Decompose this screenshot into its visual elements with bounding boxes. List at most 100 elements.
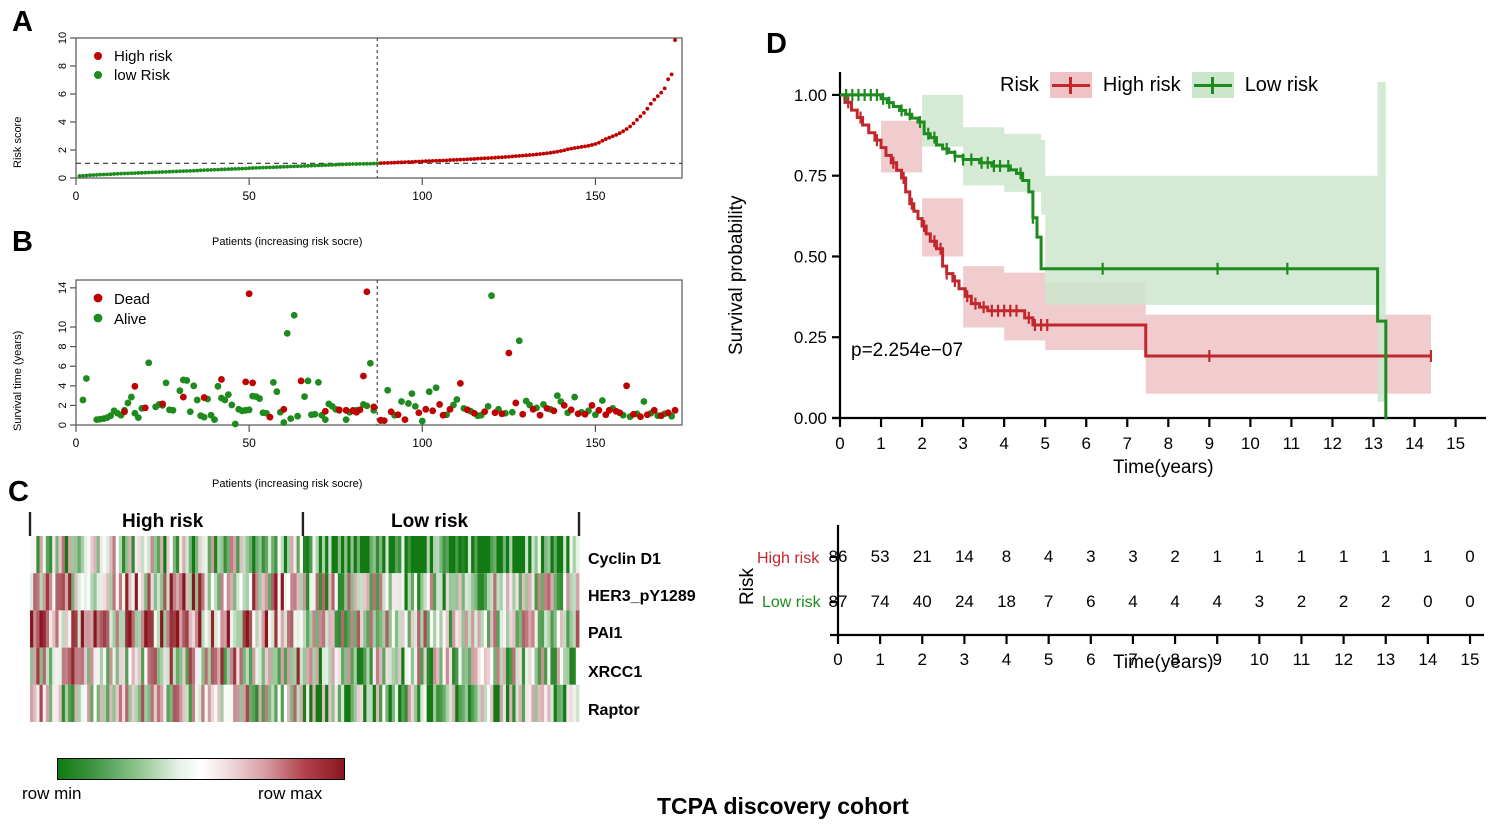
svg-text:2: 2	[1170, 547, 1179, 566]
panel-a-ylabel: Risk score	[12, 116, 24, 168]
svg-text:2: 2	[57, 402, 69, 408]
svg-text:11: 11	[1283, 434, 1301, 453]
svg-text:7: 7	[1123, 434, 1132, 453]
figure-caption: TCPA discovery cohort	[657, 793, 909, 819]
risk-table: 86 53 21 14 8 4 3 3 2 1 1 1 1 1 1 0 87 74 40 24 18 7 6 4 4 4 3 2 2 2 0…	[760, 517, 1487, 672]
km-legend-label-low-risk: Low risk	[1244, 73, 1319, 96]
svg-text:0.00: 0.00	[794, 409, 827, 428]
svg-text:6: 6	[57, 91, 69, 97]
panel-b-plot: 0 2 4 6 8 10 14 0 50 100 150 Dead Alive	[40, 270, 690, 460]
svg-text:4: 4	[1044, 547, 1053, 566]
svg-text:Dead: Dead	[114, 291, 150, 308]
svg-text:0: 0	[835, 434, 844, 453]
svg-text:50: 50	[242, 436, 256, 450]
svg-text:4: 4	[1170, 592, 1179, 611]
svg-text:0: 0	[833, 650, 842, 669]
svg-text:8: 8	[57, 63, 69, 69]
svg-text:6: 6	[57, 363, 69, 369]
svg-text:86: 86	[829, 547, 848, 566]
km-plot: 0.00 0.25 0.50 0.75 1.00 0 1 2 3 4 5 6 7 8 9 10 11 12 13 14…	[762, 60, 1487, 460]
svg-text:10: 10	[57, 32, 69, 44]
svg-text:0.50: 0.50	[794, 247, 827, 266]
svg-text:2: 2	[1297, 592, 1306, 611]
svg-text:4: 4	[57, 383, 69, 389]
svg-text:13: 13	[1364, 434, 1383, 453]
svg-text:100: 100	[412, 189, 432, 203]
panel-d-xlabel: Time(years)	[1113, 457, 1214, 478]
svg-text:14: 14	[1405, 434, 1424, 453]
svg-text:53: 53	[871, 547, 890, 566]
heatmap-row-label-her3-py1289: HER3_pY1289	[588, 588, 696, 605]
svg-text:10: 10	[1241, 434, 1260, 453]
svg-text:4: 4	[1128, 592, 1137, 611]
svg-text:0: 0	[57, 422, 69, 428]
risk-table-row-label-low-risk: Low risk	[762, 594, 821, 611]
svg-text:High risk: High risk	[114, 48, 173, 65]
svg-text:12: 12	[1334, 650, 1353, 669]
svg-text:3: 3	[960, 650, 969, 669]
svg-text:1: 1	[1423, 547, 1432, 566]
svg-text:9: 9	[1212, 650, 1221, 669]
svg-text:7: 7	[1044, 592, 1053, 611]
panel-c-svg	[28, 512, 581, 722]
km-svg: 0.000.250.500.751.000 1 2 3 4 5 6 7 8 9 10 11 12 13 14…	[794, 72, 1486, 453]
svg-text:0.25: 0.25	[794, 328, 827, 347]
svg-text:0: 0	[1465, 592, 1474, 611]
svg-text:0: 0	[73, 189, 80, 203]
svg-text:150: 150	[585, 436, 605, 450]
svg-text:12: 12	[1323, 434, 1342, 453]
svg-text:0: 0	[73, 436, 80, 450]
svg-text:50: 50	[242, 189, 256, 203]
svg-text:1: 1	[1212, 547, 1221, 566]
svg-text:0: 0	[57, 175, 69, 181]
svg-text:6: 6	[1081, 434, 1090, 453]
svg-text:10: 10	[57, 321, 69, 333]
panel-c-letter: C	[8, 476, 29, 508]
svg-text:3: 3	[1128, 547, 1137, 566]
svg-text:low Risk: low Risk	[114, 67, 170, 84]
svg-text:2: 2	[917, 434, 926, 453]
panel-a-letter: A	[12, 6, 33, 38]
km-legend-swatch-high-risk	[1049, 72, 1092, 98]
heatmap-group-high-risk: High risk	[122, 511, 204, 532]
svg-text:11: 11	[1293, 650, 1311, 669]
svg-text:8: 8	[1164, 434, 1173, 453]
heatmap-row-label-xrcc1: XRCC1	[588, 664, 643, 681]
svg-text:40: 40	[913, 592, 932, 611]
svg-text:6: 6	[1086, 592, 1095, 611]
svg-text:4: 4	[57, 119, 69, 125]
svg-text:13: 13	[1376, 650, 1395, 669]
svg-text:6: 6	[1086, 650, 1095, 669]
panel-d-ylabel: Survival probability	[726, 195, 747, 355]
svg-text:14: 14	[57, 282, 69, 294]
panel-b-svg: 0 2 4 6 8 10 14 0 50 100 150 Dead Alive	[57, 279, 683, 450]
panel-b-letter: B	[12, 226, 33, 258]
svg-text:1: 1	[1255, 547, 1264, 566]
svg-text:15: 15	[1446, 434, 1465, 453]
svg-text:5: 5	[1044, 650, 1053, 669]
km-legend-label-high-risk: High risk	[1102, 73, 1181, 96]
panel-c-heatmap-area	[14, 512, 581, 744]
panel-d-letter: D	[766, 28, 787, 60]
svg-text:1: 1	[1297, 547, 1306, 566]
svg-text:150: 150	[585, 189, 605, 203]
svg-text:10: 10	[1250, 650, 1269, 669]
svg-text:100: 100	[412, 436, 432, 450]
km-legend: Risk High risk Low risk	[1000, 72, 1318, 98]
svg-text:4: 4	[1002, 650, 1011, 669]
svg-text:87: 87	[829, 592, 848, 611]
svg-text:24: 24	[955, 592, 974, 611]
svg-text:15: 15	[1461, 650, 1480, 669]
svg-text:14: 14	[955, 547, 974, 566]
svg-text:8: 8	[1002, 547, 1011, 566]
svg-text:2: 2	[1381, 592, 1390, 611]
svg-text:0: 0	[1423, 592, 1432, 611]
panel-a-svg: 02468100 50 100 150High risklow Risk	[57, 32, 683, 203]
km-legend-title: Risk	[1000, 73, 1039, 96]
km-legend-swatch-low-risk	[1191, 72, 1234, 98]
svg-text:4: 4	[1212, 592, 1221, 611]
panel-b-xlabel: Patients (increasing risk socre)	[212, 478, 363, 490]
panel-a-plot: 0 2 4 6 8 10 0 50 100 150 High risk low Risk	[40, 28, 690, 213]
svg-text:1: 1	[1339, 547, 1348, 566]
heatmap-row-label-raptor: Raptor	[588, 702, 640, 719]
